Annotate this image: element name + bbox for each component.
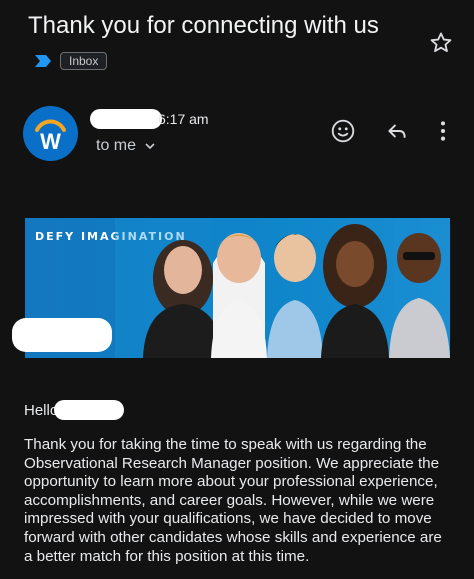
avatar-letter: W — [40, 129, 61, 154]
emoji-icon[interactable] — [330, 118, 356, 144]
label-row: Inbox — [34, 52, 108, 70]
reply-icon[interactable] — [384, 118, 410, 144]
email-body: Thank you for taking the time to speak w… — [24, 436, 442, 565]
inbox-label-chip[interactable]: Inbox — [60, 52, 108, 70]
greeting-text: Hello — [24, 401, 59, 419]
sender-row[interactable]: 6:17 am — [90, 109, 209, 129]
more-vert-icon[interactable] — [430, 118, 456, 144]
star-icon[interactable] — [428, 30, 454, 56]
recipient-label: to me — [96, 137, 137, 154]
greeting-line: Hello — [24, 400, 125, 420]
redacted-sender-name — [90, 109, 162, 129]
chevron-down-icon — [145, 143, 155, 150]
redacted-region — [12, 318, 112, 352]
redacted-recipient-name — [54, 400, 125, 420]
important-marker-icon[interactable] — [34, 54, 52, 68]
workday-logo-icon: W — [35, 119, 66, 154]
sender-avatar[interactable]: W — [23, 106, 78, 161]
email-time: 6:17 am — [158, 111, 209, 127]
recipient-toggle[interactable]: to me — [96, 137, 156, 155]
email-subject: Thank you for connecting with us — [28, 12, 379, 39]
